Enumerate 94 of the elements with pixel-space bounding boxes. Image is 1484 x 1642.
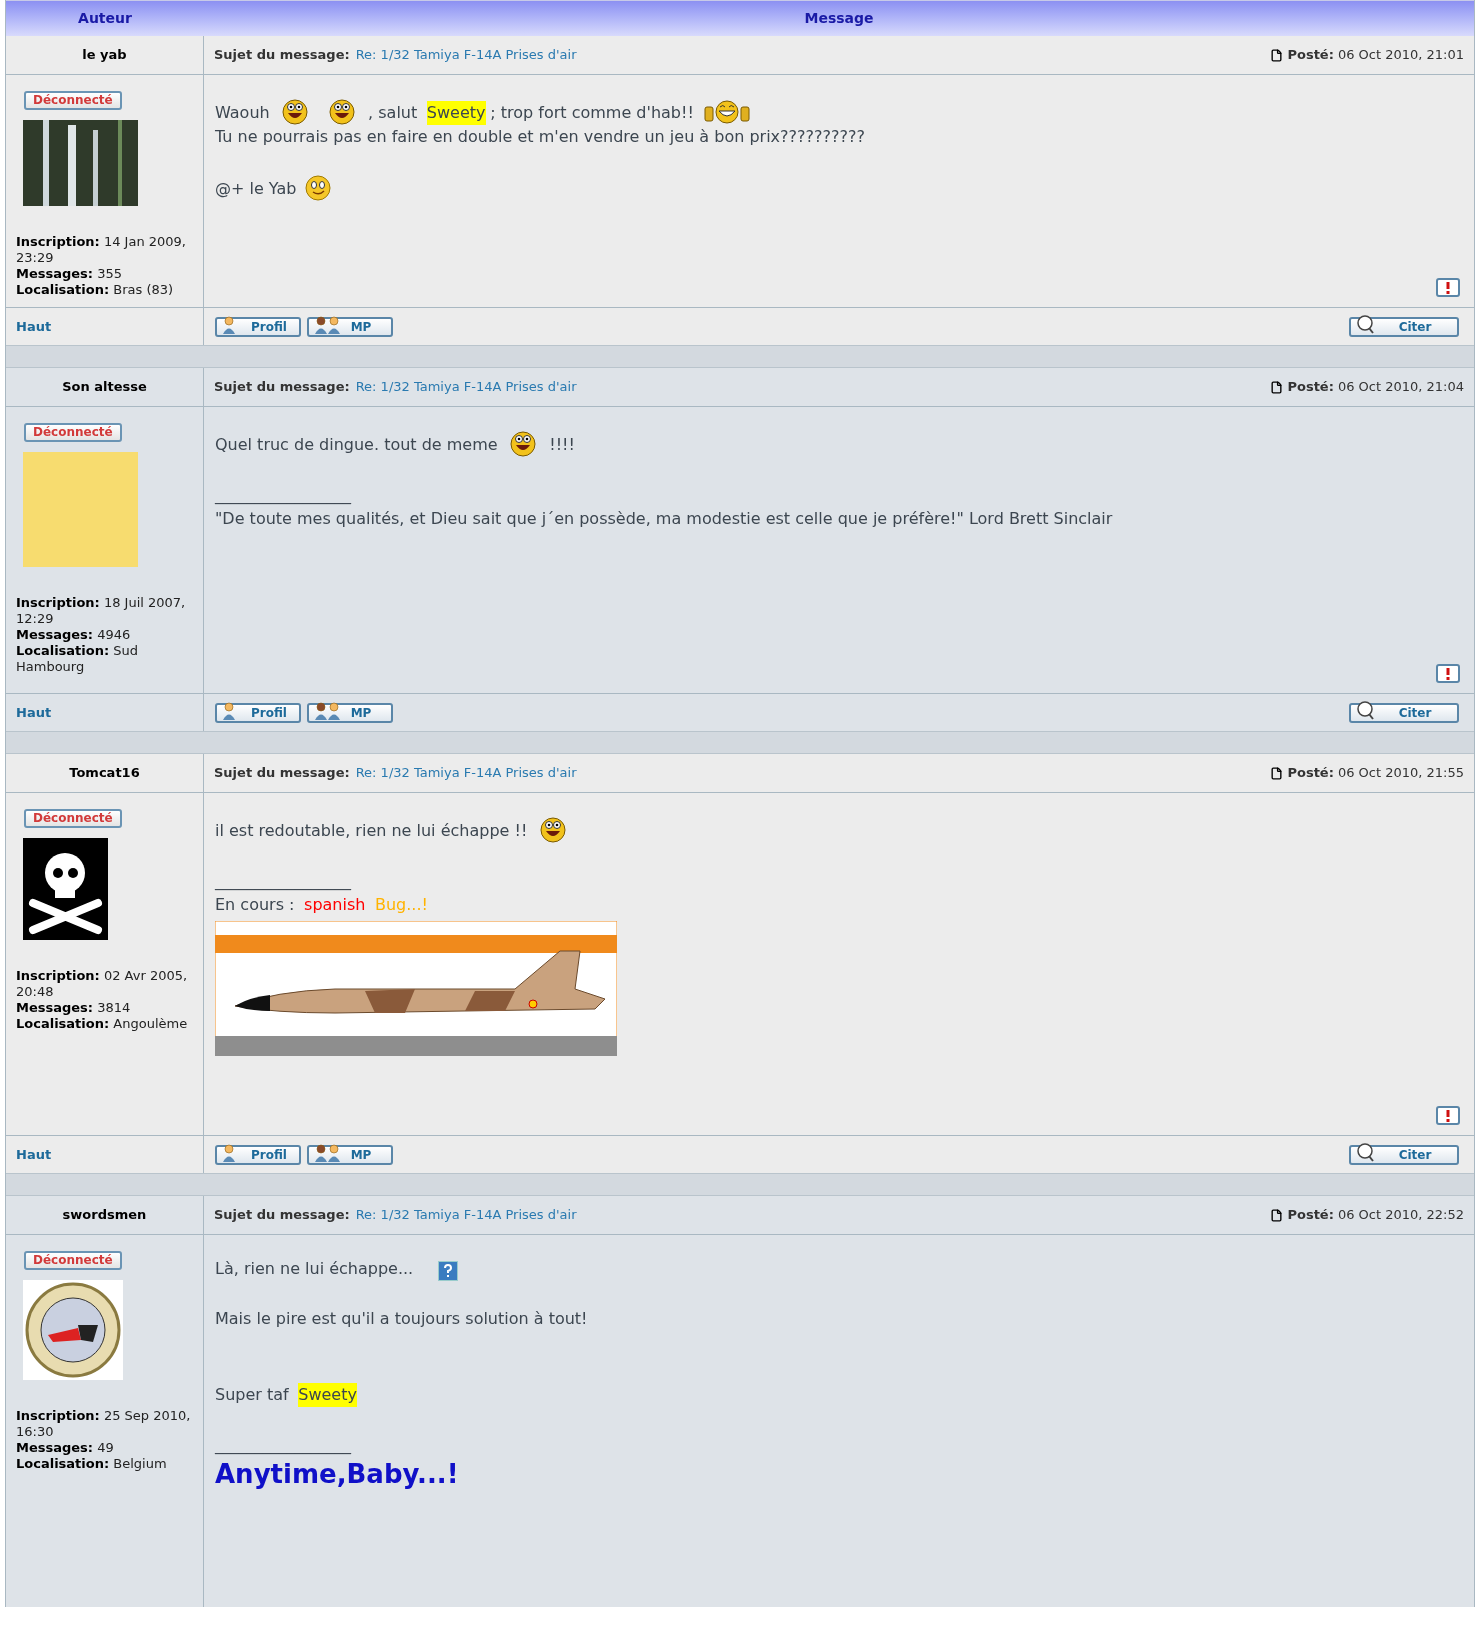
highlighted-name: Sweety (426, 101, 486, 125)
profile-field: Inscription: 18 Juil 2007, 12:29 (16, 595, 193, 627)
offline-status-badge: Déconnecté (24, 809, 122, 828)
laughing-smiley-icon (329, 97, 356, 125)
author-name: swordsmen (62, 1206, 147, 1225)
message-text: _________________ (215, 1434, 351, 1456)
subject-label: Sujet du message: (214, 378, 350, 397)
message-text: _________________ (215, 484, 351, 506)
speech-bubble-icon (1355, 314, 1375, 334)
message-text: Là, rien ne lui échappe... (215, 1258, 414, 1280)
laughing-smiley-icon (510, 429, 537, 457)
posted-label: Posté: (1287, 1206, 1334, 1225)
users-icon (313, 701, 343, 721)
profile-field: Messages: 49 (16, 1440, 193, 1456)
message-text: il est redoutable, rien ne lui échappe !! (215, 820, 528, 842)
posted-date: 06 Oct 2010, 21:04 (1337, 378, 1464, 397)
message-text: !!!! (549, 434, 575, 456)
report-icon[interactable] (1436, 664, 1460, 683)
subject-label: Sujet du message: (214, 764, 350, 783)
private-message-button[interactable]: MP (307, 316, 393, 337)
users-icon (313, 1143, 343, 1163)
user-icon (221, 1143, 237, 1163)
highlighted-name: Sweety (298, 1383, 357, 1407)
posted-date: 06 Oct 2010, 21:01 (1337, 46, 1464, 65)
top-link[interactable]: Haut (16, 1144, 52, 1165)
quote-button[interactable]: Citer (1349, 316, 1459, 337)
laughing-smiley-icon (282, 97, 309, 125)
report-icon[interactable] (1436, 1106, 1460, 1125)
column-header: Auteur (78, 9, 132, 28)
subject-label: Sujet du message: (214, 46, 350, 65)
document-icon (1270, 1208, 1284, 1222)
document-icon (1270, 766, 1284, 780)
profile-field: Inscription: 02 Avr 2005, 20:48 (16, 968, 193, 1000)
private-message-button[interactable]: MP (307, 702, 393, 723)
speech-bubble-icon (1355, 1142, 1375, 1162)
help-icon (437, 1261, 458, 1281)
message-text: @+ le Yab (215, 178, 297, 200)
offline-status-badge: Déconnecté (24, 91, 122, 110)
quote-button[interactable]: Citer (1349, 702, 1459, 723)
profile-field: Messages: 4946 (16, 627, 193, 643)
subject-link[interactable]: Re: 1/32 Tamiya F-14A Prises d'air (355, 377, 577, 397)
posted-label: Posté: (1287, 378, 1334, 397)
smiley-icon (305, 175, 332, 201)
offline-status-badge: Déconnecté (24, 423, 122, 442)
profile-field: Inscription: 14 Jan 2009, 23:29 (16, 234, 193, 266)
posted-label: Posté: (1287, 46, 1334, 65)
quote-button[interactable]: Citer (1349, 1144, 1459, 1165)
profile-field: Localisation: Belgium (16, 1456, 193, 1472)
user-icon (221, 701, 237, 721)
top-link[interactable]: Haut (16, 316, 52, 337)
subject-link[interactable]: Re: 1/32 Tamiya F-14A Prises d'air (355, 763, 577, 783)
message-text: , salut (368, 102, 418, 124)
message-text: Tu ne pourrais pas en faire en double et m'en vendre un jeu à bon prix?????????? (215, 126, 865, 148)
message-text: Quel truc de dingue. tout de meme (215, 434, 498, 456)
author-name: Tomcat16 (69, 764, 140, 783)
message-text: ; trop fort comme d'hab!! (490, 102, 694, 124)
profile-button[interactable]: Profil (215, 1144, 301, 1165)
message-text: Waouh (215, 102, 270, 124)
column-header: Message (804, 9, 874, 28)
author-name: Son altesse (62, 378, 147, 397)
subject-link[interactable]: Re: 1/32 Tamiya F-14A Prises d'air (355, 1205, 577, 1225)
document-icon (1270, 48, 1284, 62)
message-text: Mais le pire est qu'il a toujours solution à tout! (215, 1308, 588, 1330)
profile-button[interactable]: Profil (215, 316, 301, 337)
message-text: "De toute mes qualités, et Dieu sait que j´en possède, ma modestie est celle que je préfère!" Lord Brett Sinclair (215, 508, 1113, 530)
offline-status-badge: Déconnecté (24, 1251, 122, 1270)
colored-text: Bug...! (375, 894, 428, 916)
speech-bubble-icon (1355, 700, 1375, 720)
message-text: En cours : (215, 894, 295, 916)
subject-label: Sujet du message: (214, 1206, 350, 1225)
colored-text: spanish (304, 894, 366, 916)
profile-field: Inscription: 25 Sep 2010, 16:30 (16, 1408, 193, 1440)
profile-field: Localisation: Angoulème (16, 1016, 193, 1032)
profile-field: Messages: 3814 (16, 1000, 193, 1016)
posted-label: Posté: (1287, 764, 1334, 783)
profile-button[interactable]: Profil (215, 702, 301, 723)
profile-field: Localisation: Bras (83) (16, 282, 193, 298)
report-icon[interactable] (1436, 278, 1460, 297)
private-message-button[interactable]: MP (307, 1144, 393, 1165)
profile-field: Messages: 355 (16, 266, 193, 282)
message-text: Super taf (215, 1384, 289, 1406)
user-icon (221, 315, 237, 335)
message-text: _________________ (215, 870, 351, 892)
subject-link[interactable]: Re: 1/32 Tamiya F-14A Prises d'air (355, 45, 577, 65)
author-name: le yab (82, 46, 127, 65)
document-icon (1270, 380, 1284, 394)
posted-date: 06 Oct 2010, 21:55 (1337, 764, 1464, 783)
thumbs-up-smiley-icon (702, 99, 751, 125)
laughing-smiley-icon (540, 815, 567, 843)
top-link[interactable]: Haut (16, 702, 52, 723)
users-icon (313, 315, 343, 335)
profile-field: Localisation: Sud Hambourg (16, 643, 193, 675)
posted-date: 06 Oct 2010, 22:52 (1337, 1206, 1464, 1225)
signature-headline: Anytime,Baby...! (215, 1458, 460, 1491)
